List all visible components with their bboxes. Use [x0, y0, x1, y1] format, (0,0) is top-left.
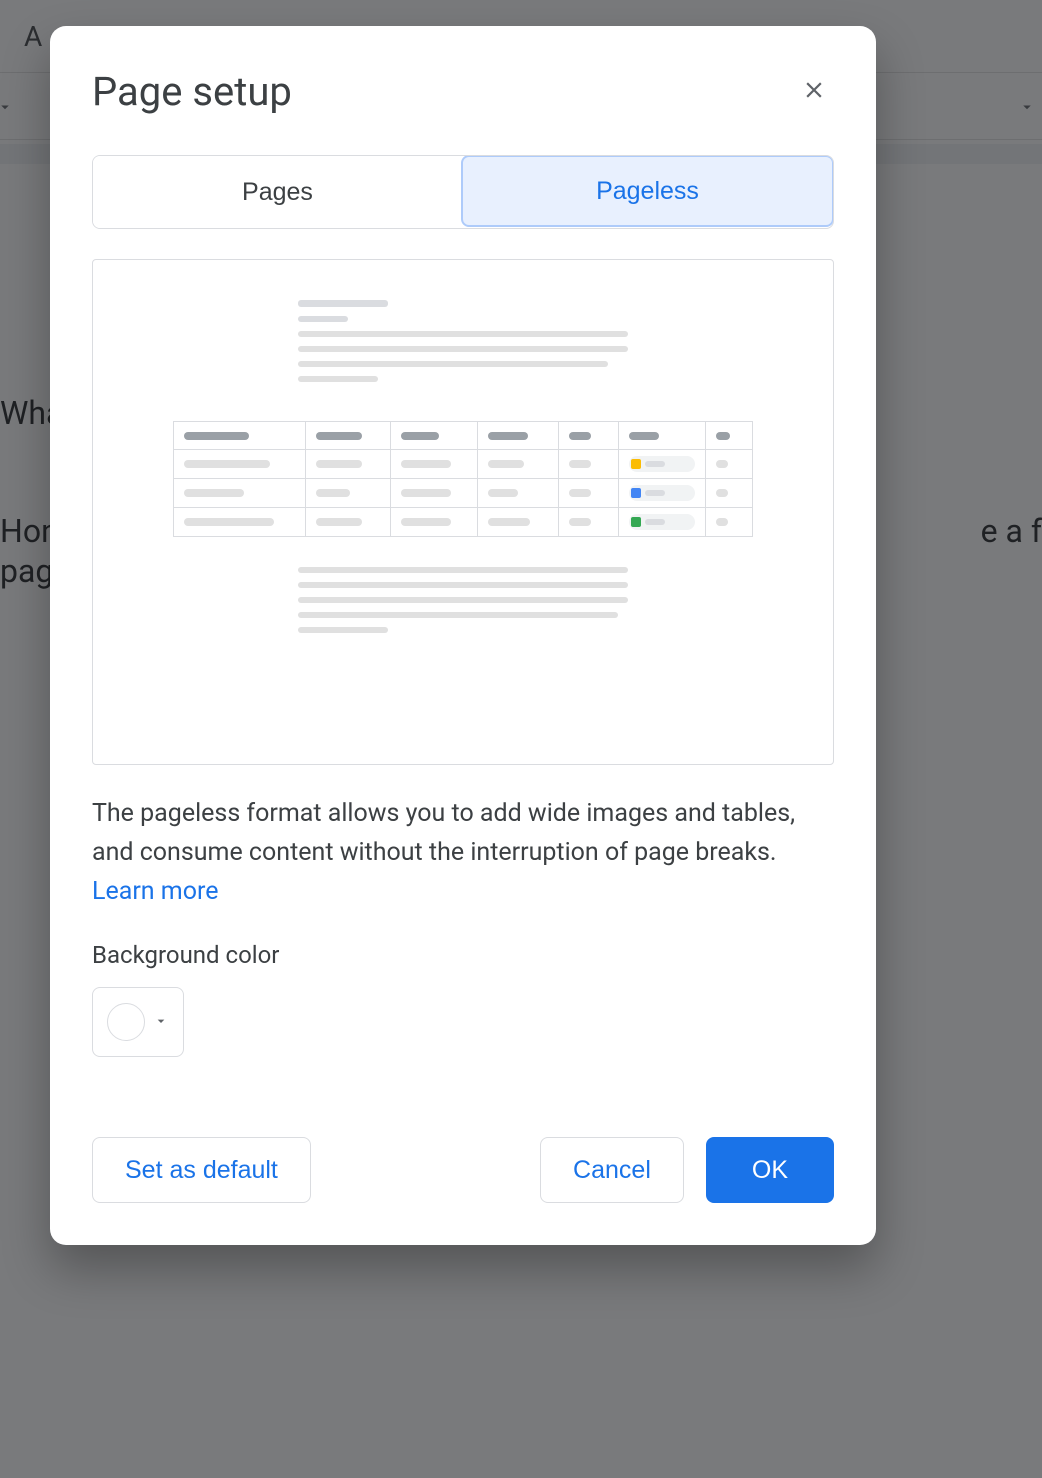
- dialog-title: Page setup: [92, 68, 292, 115]
- tab-pages[interactable]: Pages: [93, 156, 462, 228]
- cancel-button[interactable]: Cancel: [540, 1137, 684, 1203]
- background-color-picker[interactable]: [92, 987, 184, 1057]
- chevron-down-icon: [153, 1013, 169, 1032]
- learn-more-link[interactable]: Learn more: [92, 877, 218, 906]
- close-icon: [801, 77, 827, 106]
- description-text: The pageless format allows you to add wi…: [92, 799, 795, 867]
- dialog-footer: Set as default Cancel OK: [92, 1137, 834, 1203]
- close-button[interactable]: [794, 72, 834, 112]
- page-setup-dialog: Page setup Pages Pageless: [50, 26, 876, 1245]
- ok-button[interactable]: OK: [706, 1137, 834, 1203]
- tab-pageless[interactable]: Pageless: [461, 155, 834, 227]
- preview-text-block-lower: [298, 567, 628, 642]
- pageless-preview: [92, 259, 834, 765]
- tabs-container: Pages Pageless: [92, 155, 834, 229]
- preview-text-block: [298, 300, 628, 391]
- color-swatch: [107, 1003, 145, 1041]
- background-color-label: Background color: [92, 941, 834, 969]
- dialog-header: Page setup: [92, 68, 834, 115]
- pageless-description: The pageless format allows you to add wi…: [92, 795, 834, 911]
- preview-table: [173, 421, 753, 537]
- set-as-default-button[interactable]: Set as default: [92, 1137, 311, 1203]
